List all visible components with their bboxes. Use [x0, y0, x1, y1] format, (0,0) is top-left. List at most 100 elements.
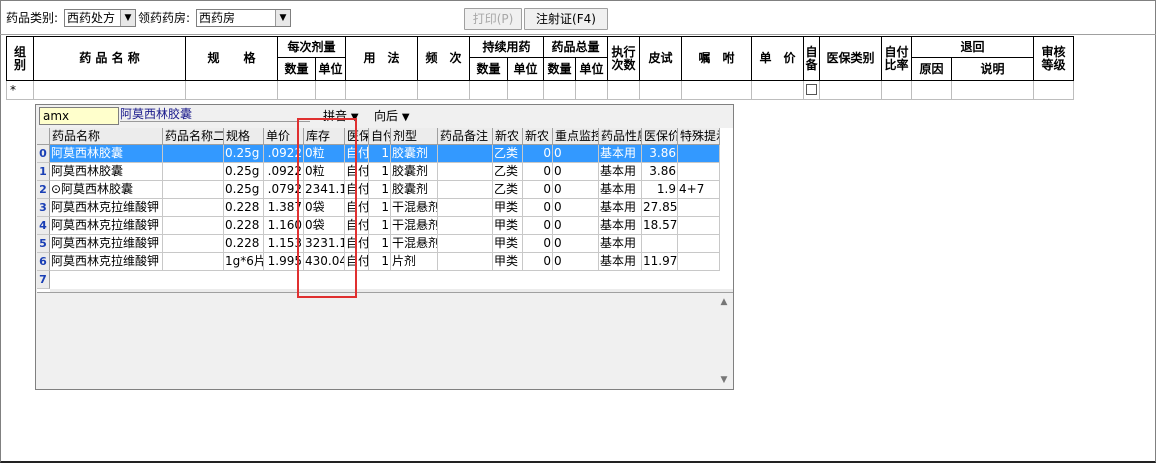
col-property-cell: 基本用 [599, 199, 642, 217]
detail-scrollbar[interactable]: ▲ ▼ [717, 297, 731, 385]
scroll-up-icon[interactable]: ▲ [717, 297, 731, 307]
col-per-dose[interactable]: 每次剂量 [278, 36, 346, 58]
print-button[interactable]: 打印(P) [464, 8, 522, 30]
col-continuous-unit[interactable]: 单位 [508, 58, 544, 81]
col-special-cell [678, 163, 720, 181]
cell-exec-times[interactable] [608, 81, 640, 100]
cell-return-reason[interactable] [912, 81, 952, 100]
table-row[interactable]: 4 阿莫西林克拉维酸钾 0.228 1.160 0袋 自付 1 干混悬剂 甲类 0 0 基本用 18.5… [37, 217, 733, 235]
col-unit-price[interactable]: 单 价 [752, 36, 804, 81]
col-drug-name[interactable]: 药 品 名 称 [34, 36, 186, 81]
col-return-note[interactable]: 说明 [952, 58, 1034, 81]
col-return-reason[interactable]: 原因 [912, 58, 952, 81]
col-key-monitor-cell: 0 [553, 253, 599, 271]
table-row[interactable]: 0 阿莫西林胶囊 0.25g .0922 0粒 自付 1 胶囊剂 乙类 0 0 基本用 3.86 [37, 145, 733, 163]
cell-audit-level[interactable] [1034, 81, 1074, 100]
col-usage[interactable]: 用 法 [346, 36, 418, 81]
cell-instruction[interactable] [682, 81, 752, 100]
col-drug-name2-header[interactable]: 药品名称二 [163, 128, 224, 145]
col-key-monitor-cell: 0 [553, 217, 599, 235]
col-form-cell: 干混悬剂 [391, 217, 438, 235]
table-row[interactable]: 2 ⊙阿莫西林胶囊 0.25g .0792 2341.1 自付 1 胶囊剂 乙类 0 0 基本用 1.9… [37, 181, 733, 199]
col-continuous-qty[interactable]: 数量 [470, 58, 508, 81]
direction-option[interactable]: 向后 ▼ [374, 109, 410, 125]
col-total-qty[interactable]: 数量 [544, 58, 576, 81]
cell-total-unit[interactable] [576, 81, 608, 100]
col-spec[interactable]: 规 格 [186, 36, 278, 81]
col-form-cell: 片剂 [391, 253, 438, 271]
table-row[interactable]: 7 [37, 271, 733, 289]
col-nc2-header[interactable]: 新农 [523, 128, 553, 145]
col-skin-test[interactable]: 皮试 [640, 36, 682, 81]
prescription-grid-header: 组 别 药 品 名 称 规 格 每次剂量 数量 单位 用 法 频 次 持续用药 … [6, 36, 1074, 81]
col-group[interactable]: 组 别 [6, 36, 34, 81]
pharmacy-select[interactable]: 西药房 ▼ [196, 9, 291, 27]
col-nc2-cell: 0 [523, 235, 553, 253]
stock-highlight-box [297, 118, 357, 298]
col-audit-level[interactable]: 审核 等级 [1034, 36, 1074, 81]
chevron-down-icon[interactable]: ▼ [120, 10, 135, 26]
cell-insurance-type[interactable] [820, 81, 882, 100]
col-remark-header[interactable]: 药品备注 [438, 128, 493, 145]
cell-continuous-qty[interactable] [470, 81, 508, 100]
self-prepared-checkbox[interactable] [806, 84, 817, 95]
col-self-prepared[interactable]: 自 备 [804, 36, 820, 81]
table-row[interactable]: 6 阿莫西林克拉维酸钾 1g*6片 1.995 430.04 自付 1 片剂 甲类 0 0 基本用 11… [37, 253, 733, 271]
col-continuous[interactable]: 持续用药 [470, 36, 544, 58]
col-spec-cell: 0.25g [224, 181, 264, 199]
cell-drug-name[interactable] [34, 81, 186, 100]
col-key-monitor-header[interactable]: 重点监控 [553, 128, 599, 145]
cell-self-prepared[interactable] [804, 81, 820, 100]
col-form-header[interactable]: 剂型 [391, 128, 438, 145]
category-select[interactable]: 西药处方 ▼ [64, 9, 136, 27]
col-spec-cell: 0.228 [224, 217, 264, 235]
cell-unit-price[interactable] [752, 81, 804, 100]
cell-frequency[interactable] [418, 81, 470, 100]
injection-cert-button[interactable]: 注射证(F4) [524, 8, 608, 30]
cell-per-dose-qty[interactable] [278, 81, 316, 100]
col-ins-price-header[interactable]: 医保价 [642, 128, 678, 145]
col-property-cell: 基本用 [599, 253, 642, 271]
col-frequency[interactable]: 频 次 [418, 36, 470, 81]
col-return[interactable]: 退回 [912, 36, 1034, 58]
col-special-cell [678, 253, 720, 271]
search-input[interactable]: amx [39, 107, 119, 125]
chevron-down-icon[interactable]: ▼ [275, 10, 290, 26]
grid-corner [37, 128, 50, 145]
selected-drug-name: 阿莫西林胶囊 [120, 106, 310, 122]
col-drug-name-cell: 阿莫西林克拉维酸钾 [50, 253, 163, 271]
col-total-unit[interactable]: 单位 [576, 58, 608, 81]
table-row[interactable]: 3 阿莫西林克拉维酸钾 0.228 1.387 0袋 自付 1 干混悬剂 甲类 0 0 基本用 27.8… [37, 199, 733, 217]
col-nc1-cell: 乙类 [493, 181, 523, 199]
col-per-dose-qty[interactable]: 数量 [278, 58, 316, 81]
cell-return-note[interactable] [952, 81, 1034, 100]
chevron-down-icon[interactable]: ▼ [402, 112, 410, 123]
cell-total-qty[interactable] [544, 81, 576, 100]
cell-continuous-unit[interactable] [508, 81, 544, 100]
cell-per-dose-unit[interactable] [316, 81, 346, 100]
new-entry-row[interactable]: * [6, 81, 1074, 100]
col-special-cell [678, 145, 720, 163]
col-exec-times[interactable]: 执行 次数 [608, 36, 640, 81]
col-instruction[interactable]: 嘱 咐 [682, 36, 752, 81]
col-key-monitor-cell: 0 [553, 181, 599, 199]
cell-self-pay-ratio[interactable] [882, 81, 912, 100]
cell-spec[interactable] [186, 81, 278, 100]
col-remark-cell [438, 235, 493, 253]
table-row[interactable]: 5 阿莫西林克拉维酸钾 0.228 1.153 3231.1 自付 1 干混悬剂 甲类 0 0 基本用 [37, 235, 733, 253]
col-insurance-type[interactable]: 医保类别 [820, 36, 882, 81]
col-per-dose-unit[interactable]: 单位 [316, 58, 346, 81]
col-special-header[interactable]: 特殊提示 [678, 128, 720, 145]
col-self-pay-ratio[interactable]: 自付 比率 [882, 36, 912, 81]
scroll-down-icon[interactable]: ▼ [717, 375, 731, 385]
col-nc1-header[interactable]: 新农 [493, 128, 523, 145]
col-drug-name-header[interactable]: 药品名称 [50, 128, 163, 145]
col-spec-header[interactable]: 规格 [224, 128, 264, 145]
table-row[interactable]: 1 阿莫西林胶囊 0.25g .0922 0粒 自付 1 胶囊剂 乙类 0 0 基本用 3.86 [37, 163, 733, 181]
cell-skin-test[interactable] [640, 81, 682, 100]
col-total[interactable]: 药品总量 [544, 36, 608, 58]
col-property-cell: 基本用 [599, 235, 642, 253]
cell-usage[interactable] [346, 81, 418, 100]
col-property-header[interactable]: 药品性质 [599, 128, 642, 145]
col-self-pay-header[interactable]: 自付 [369, 128, 391, 145]
